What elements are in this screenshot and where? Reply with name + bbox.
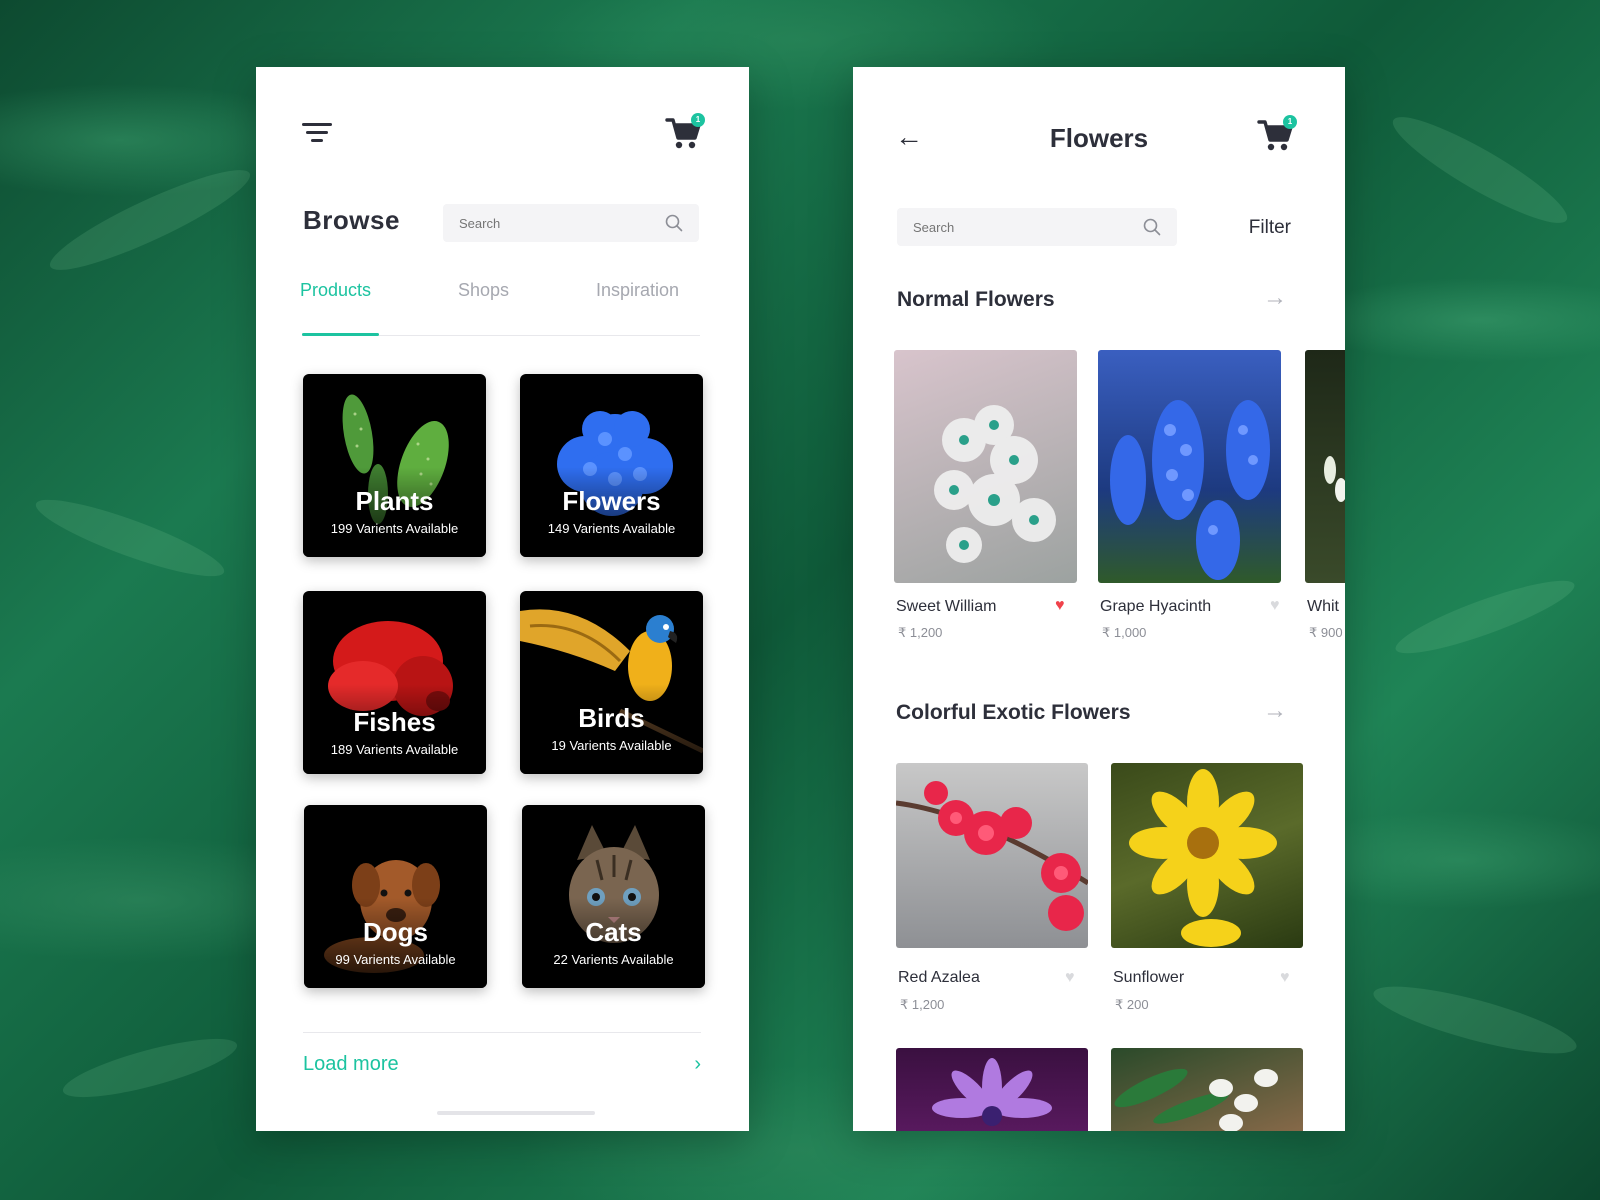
category-card-fishes[interactable]: Fishes 189 Varients Available (303, 591, 486, 774)
category-count: 149 Varients Available (547, 521, 676, 536)
page-title: Browse (303, 205, 400, 235)
sweet-william-art (934, 405, 1056, 563)
search-box[interactable] (443, 204, 699, 242)
flowers-screen: ← Flowers 1 Filter Normal Flowers → (853, 67, 1345, 1131)
background-leaf (41, 155, 259, 285)
grape-hyacinth-art (1110, 400, 1270, 580)
load-more-link[interactable]: Load more (303, 1053, 399, 1076)
product-card[interactable] (1111, 1048, 1303, 1131)
category-count: 22 Varients Available (553, 952, 674, 967)
tab-shops[interactable]: Shops (458, 280, 509, 301)
heart-icon[interactable]: ♥ (1270, 597, 1280, 615)
category-count: 199 Varients Available (330, 521, 459, 536)
background-leaf (1389, 568, 1581, 666)
sunflower-art (1129, 769, 1277, 947)
product-card[interactable]: Sunflower ♥ ₹ 200 (1111, 763, 1303, 1012)
product-name: Red Azalea (898, 969, 980, 986)
category-name: Cats (585, 917, 642, 947)
chevron-right-icon[interactable]: › (694, 1053, 701, 1076)
background-leaf (1383, 102, 1577, 238)
product-price: ₹ 1,200 (900, 997, 945, 1012)
category-name: Plants (355, 486, 434, 516)
product-card[interactable]: Sweet William ♥ ₹ 1,200 (894, 350, 1077, 640)
product-image (896, 1048, 1088, 1131)
search-icon[interactable] (1143, 218, 1161, 236)
white-flower-art (1324, 456, 1345, 502)
arrow-right-icon[interactable]: → (1263, 284, 1287, 312)
search-box[interactable] (897, 208, 1177, 246)
cart-button[interactable]: 1 (665, 113, 705, 151)
tulip-art (1114, 1068, 1278, 1131)
tab-inspiration[interactable]: Inspiration (596, 280, 679, 301)
category-count: 19 Varients Available (551, 738, 672, 753)
search-input[interactable] (913, 219, 1093, 235)
product-price: ₹ 1,000 (1102, 625, 1147, 640)
category-name: Birds (578, 703, 645, 733)
browse-screen: 1 Browse Products Shops Inspiration Plan… (256, 67, 749, 1131)
product-image (1111, 1048, 1303, 1131)
purple-flower-art (932, 1058, 1052, 1126)
product-image (1111, 763, 1303, 948)
filter-button[interactable]: Filter (1249, 217, 1291, 239)
tab-bar: Products Shops Inspiration (300, 280, 700, 336)
category-card-birds[interactable]: Birds 19 Varients Available (520, 591, 703, 774)
heart-icon[interactable]: ♥ (1280, 969, 1290, 987)
product-image (1098, 350, 1281, 583)
arrow-right-icon[interactable]: → (1263, 697, 1287, 725)
red-azalea-art (896, 781, 1088, 931)
product-image (894, 350, 1077, 583)
category-card-cats[interactable]: Cats 22 Varients Available (522, 805, 705, 988)
product-card[interactable]: Whit ₹ 900 (1305, 350, 1345, 640)
product-name: Whit (1307, 598, 1339, 615)
product-image (1305, 350, 1345, 583)
heart-icon[interactable]: ♥ (1055, 597, 1065, 615)
category-name: Dogs (363, 917, 428, 947)
tab-products[interactable]: Products (300, 280, 371, 301)
product-image (896, 763, 1088, 948)
home-indicator (437, 1111, 595, 1115)
category-card-dogs[interactable]: Dogs 99 Varients Available (304, 805, 487, 988)
product-price: ₹ 900 (1309, 625, 1343, 640)
product-card[interactable] (896, 1048, 1088, 1131)
cart-count-badge: 1 (1283, 115, 1297, 129)
category-card-flowers[interactable]: Flowers 149 Varients Available (520, 374, 703, 557)
search-icon[interactable] (665, 214, 683, 232)
product-card[interactable]: Grape Hyacinth ♥ ₹ 1,000 (1098, 350, 1281, 640)
product-name: Sweet William (896, 598, 997, 615)
background-leaf (58, 1027, 242, 1109)
category-name: Fishes (353, 707, 436, 737)
search-input[interactable] (459, 215, 639, 231)
product-price: ₹ 1,200 (898, 625, 943, 640)
heart-icon[interactable]: ♥ (1065, 969, 1075, 987)
background-leaf (1368, 973, 1582, 1067)
load-more-row[interactable]: Load more › (303, 1032, 701, 1092)
category-name: Flowers (562, 486, 661, 516)
filter-menu-icon[interactable] (302, 123, 332, 145)
product-name: Grape Hyacinth (1100, 598, 1212, 615)
product-price: ₹ 200 (1115, 997, 1149, 1012)
active-tab-indicator (302, 333, 379, 336)
cart-button[interactable]: 1 (1257, 115, 1297, 153)
category-count: 99 Varients Available (335, 952, 456, 967)
section-title: Colorful Exotic Flowers (896, 701, 1131, 724)
cart-count-badge: 1 (691, 113, 705, 127)
product-card[interactable]: Red Azalea ♥ ₹ 1,200 (896, 763, 1088, 1012)
category-count: 189 Varients Available (330, 742, 459, 757)
section-title: Normal Flowers (897, 288, 1055, 311)
background-leaf (29, 486, 231, 590)
product-name: Sunflower (1113, 969, 1185, 986)
category-card-plants[interactable]: Plants 199 Varients Available (303, 374, 486, 557)
